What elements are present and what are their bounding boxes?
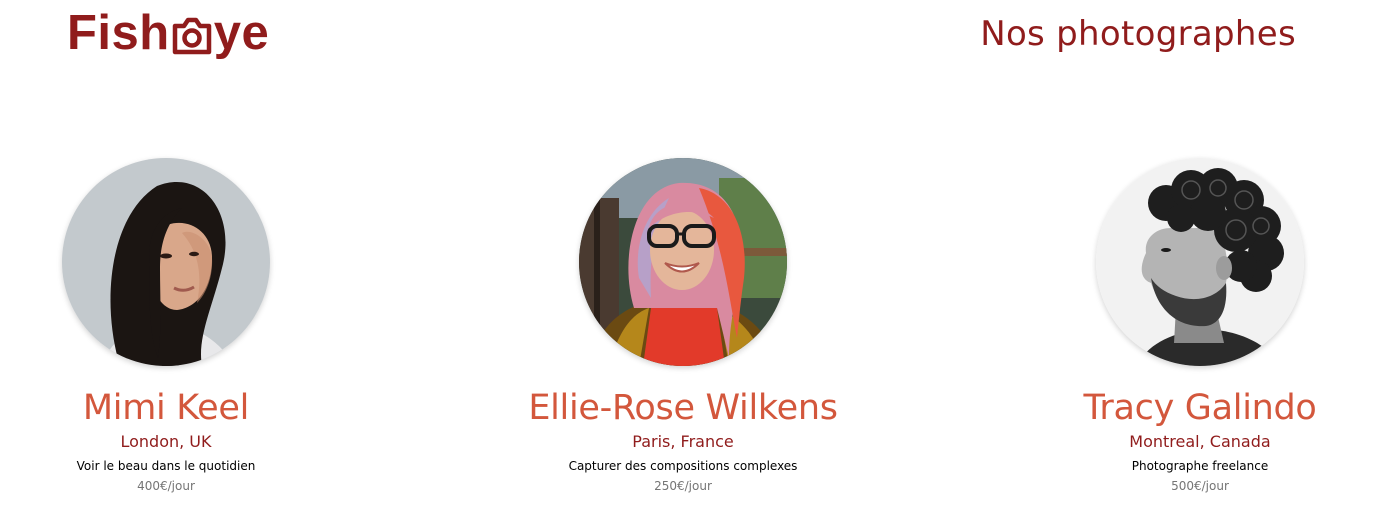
photographer-tagline: Capturer des compositions complexes: [568, 459, 798, 474]
photographer-name: Tracy Galindo: [1083, 388, 1317, 428]
photographer-price: 400€/jour: [137, 479, 195, 494]
photographer-location: London, UK: [120, 432, 212, 452]
page: Fish ye Nos photographes Mimi Keel Londo…: [0, 0, 1385, 520]
photographer-name: Mimi Keel: [82, 388, 250, 428]
photographer-tagline: Voir le beau dans le quotidien: [76, 459, 256, 474]
portrait-image[interactable]: [579, 158, 787, 366]
site-header: Fish ye Nos photographes: [0, 0, 1385, 80]
photographer-link[interactable]: Ellie-Rose Wilkens: [493, 158, 873, 428]
logo-link[interactable]: Fish ye: [67, 2, 269, 64]
photographer-location: Paris, France: [632, 432, 734, 452]
portrait-image[interactable]: [1096, 158, 1304, 366]
photographer-link[interactable]: Tracy Galindo: [1010, 158, 1385, 428]
logo-text-end: ye: [213, 5, 270, 60]
photographer-tagline: Photographe freelance: [1131, 459, 1269, 474]
photographer-link[interactable]: Mimi Keel: [0, 158, 356, 428]
page-title: Nos photographes: [980, 14, 1296, 54]
photographer-name: Ellie-Rose Wilkens: [528, 388, 838, 428]
portrait-image[interactable]: [62, 158, 270, 366]
photographer-card: Mimi Keel London, UK Voir le beau dans l…: [0, 158, 356, 494]
logo-text-start: Fish: [67, 5, 170, 60]
photographer-card: Tracy Galindo Montreal, Canada Photograp…: [1010, 158, 1385, 494]
photographer-location: Montreal, Canada: [1129, 432, 1271, 452]
photographer-price: 250€/jour: [654, 479, 712, 494]
photographer-price: 500€/jour: [1171, 479, 1229, 494]
camera-icon: [171, 16, 213, 56]
photographer-card: Ellie-Rose Wilkens Paris, France Capture…: [493, 158, 873, 494]
